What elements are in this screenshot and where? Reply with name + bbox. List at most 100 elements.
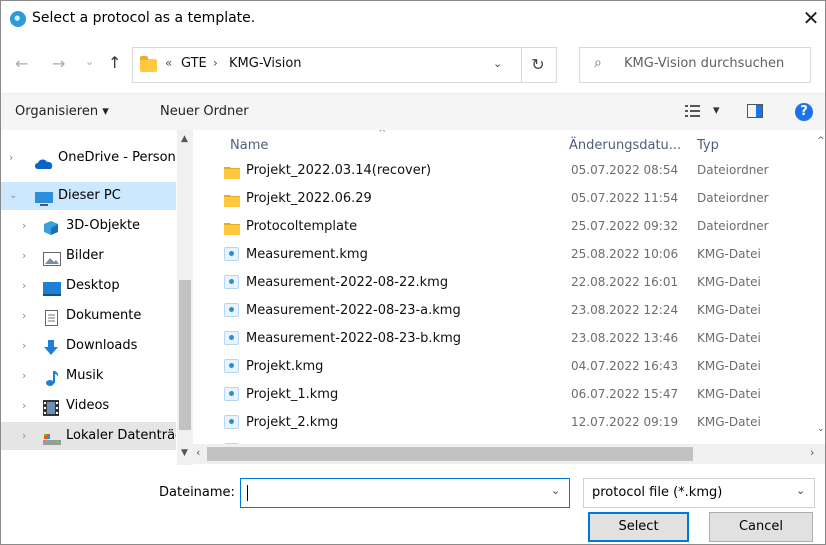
- nav-item-desktop[interactable]: › Desktop: [1, 272, 176, 300]
- chevron-right-icon[interactable]: ›: [22, 422, 26, 450]
- chevron-right-icon[interactable]: ›: [22, 212, 26, 240]
- folder-icon: [140, 56, 157, 72]
- column-header-name[interactable]: Name: [230, 138, 268, 153]
- nav-scroll-thumb[interactable]: [179, 280, 191, 430]
- filename-dropdown-chevron-icon[interactable]: ⌄: [551, 484, 560, 497]
- file-name: Measurement-2022-08-23-b.kmg: [246, 331, 462, 346]
- view-menu-chevron-icon[interactable]: ▾: [713, 103, 720, 118]
- nav-item-music[interactable]: › Musik: [1, 362, 176, 390]
- list-item[interactable]: Projekt_2.kmg 12.07.2022 09:19 KMG-Datei: [193, 410, 803, 435]
- list-item[interactable]: Projekt_2022.03.14(recover) 05.07.2022 08…: [193, 158, 803, 183]
- cancel-button[interactable]: Cancel: [709, 512, 813, 542]
- breadcrumb-gte[interactable]: GTE: [181, 56, 207, 71]
- chevron-right-icon[interactable]: ›: [22, 332, 26, 360]
- chevron-right-icon[interactable]: ›: [22, 272, 26, 300]
- folder-icon: [224, 163, 240, 179]
- file-type: KMG-Datei: [697, 303, 761, 317]
- organize-menu-button[interactable]: Organisieren ▾: [15, 104, 109, 119]
- recent-locations-chevron-icon[interactable]: ⌄: [85, 55, 94, 68]
- file-list-scrollbar[interactable]: ^ ⌄: [817, 130, 825, 444]
- preview-pane-icon[interactable]: [747, 104, 763, 118]
- list-item[interactable]: Projekt.kmg 04.07.2022 16:43 KMG-Datei: [193, 354, 803, 379]
- column-header-type[interactable]: Typ: [697, 138, 719, 153]
- chevron-right-icon[interactable]: ›: [22, 242, 26, 270]
- list-item[interactable]: Measurement.kmg 25.08.2022 10:06 KMG-Datei: [193, 242, 803, 267]
- search-box[interactable]: ⌕ KMG-Vision durchsuchen: [579, 47, 811, 83]
- chevron-right-icon[interactable]: ›: [22, 302, 26, 330]
- kmg-file-icon: [224, 331, 239, 345]
- pictures-icon: [43, 249, 61, 266]
- back-arrow-icon[interactable]: ←: [15, 54, 28, 73]
- file-type: KMG-Datei: [697, 359, 761, 373]
- nav-item-3d-objects[interactable]: › 3D-Objekte: [1, 212, 176, 240]
- horizontal-scroll-thumb[interactable]: [207, 447, 693, 461]
- scroll-down-arrow-icon[interactable]: ⌄: [817, 424, 825, 434]
- search-icon: ⌕: [594, 55, 602, 71]
- chevron-right-icon[interactable]: ›: [9, 144, 13, 172]
- navigation-pane: › OneDrive - Person ⌄ Dieser PC › 3D-Obj…: [1, 130, 193, 465]
- list-item[interactable]: Measurement-2022-08-23-a.kmg 23.08.2022 1…: [193, 298, 803, 323]
- music-note-icon: [45, 369, 61, 386]
- file-date: 25.07.2022 09:32: [571, 219, 679, 233]
- filename-input[interactable]: ⌄: [240, 478, 570, 508]
- kmg-file-icon: [224, 387, 239, 401]
- address-dropdown-chevron-icon[interactable]: ⌄: [493, 57, 502, 70]
- list-item[interactable]: Measurement-2022-08-22.kmg 22.08.2022 16:…: [193, 270, 803, 295]
- select-button[interactable]: Select: [588, 512, 689, 542]
- nav-item-onedrive[interactable]: › OneDrive - Person: [1, 144, 176, 172]
- nav-item-this-pc[interactable]: ⌄ Dieser PC: [1, 182, 176, 210]
- refresh-icon[interactable]: ↻: [520, 47, 557, 83]
- nav-item-videos[interactable]: › Videos: [1, 392, 176, 420]
- nav-item-label: Dokumente: [66, 308, 142, 323]
- chevron-right-icon[interactable]: ›: [22, 392, 26, 420]
- nav-item-documents[interactable]: › Dokumente: [1, 302, 176, 330]
- horizontal-scrollbar[interactable]: ‹ ›: [193, 444, 825, 464]
- file-date: 05.07.2022 08:54: [571, 163, 679, 177]
- computer-icon: [34, 189, 53, 206]
- list-item[interactable]: Projekt_1.kmg 06.07.2022 15:47 KMG-Datei: [193, 382, 803, 407]
- file-name: Projekt_2022.06.29: [246, 191, 372, 206]
- nav-item-downloads[interactable]: › Downloads: [1, 332, 176, 360]
- nav-item-local-disk[interactable]: › Lokaler Datenträg: [1, 422, 176, 450]
- forward-arrow-icon[interactable]: →: [52, 54, 65, 73]
- title-bar: Select a protocol as a template. ✕: [1, 1, 825, 39]
- file-type: KMG-Datei: [697, 247, 761, 261]
- desktop-icon: [43, 279, 61, 296]
- chevron-right-icon[interactable]: ›: [22, 362, 26, 390]
- file-name: Measurement-2022-08-23-a.kmg: [246, 303, 461, 318]
- view-options-icon[interactable]: [685, 104, 701, 118]
- scroll-down-arrow-icon[interactable]: ▼: [181, 448, 188, 458]
- search-input[interactable]: KMG-Vision durchsuchen: [624, 56, 784, 71]
- close-icon[interactable]: ✕: [798, 5, 824, 31]
- kmg-file-icon: [224, 415, 239, 429]
- breadcrumb-overflow[interactable]: «: [165, 56, 172, 70]
- list-item[interactable]: Measurement-2022-08-23-b.kmg 23.08.2022 1…: [193, 326, 803, 351]
- file-type-filter-select[interactable]: protocol file (*.kmg) ⌄: [583, 478, 815, 508]
- nav-item-label: OneDrive - Person: [58, 150, 176, 165]
- nav-item-label: Musik: [66, 368, 104, 383]
- scroll-left-arrow-icon[interactable]: ‹: [196, 446, 200, 459]
- scroll-up-arrow-icon[interactable]: ▲: [181, 134, 188, 144]
- file-date: 06.07.2022 15:47: [571, 387, 679, 401]
- cloud-icon: [34, 153, 53, 169]
- file-name: Protocoltemplate: [246, 219, 358, 234]
- file-date: 04.07.2022 16:43: [571, 359, 679, 373]
- file-date: 05.07.2022 11:54: [571, 191, 679, 205]
- file-type: Dateiordner: [697, 163, 769, 177]
- chevron-down-icon[interactable]: ⌄: [796, 484, 805, 497]
- chevron-down-icon[interactable]: ⌄: [9, 182, 17, 210]
- scroll-up-arrow-icon[interactable]: ^: [817, 136, 825, 146]
- nav-pane-scrollbar[interactable]: ▲ ▼: [177, 130, 193, 465]
- column-header-date[interactable]: Änderungsdatu...: [569, 138, 681, 153]
- nav-item-label: Bilder: [66, 248, 104, 263]
- address-bar[interactable]: « GTE › KMG-Vision ⌄: [132, 47, 522, 83]
- list-item[interactable]: Projekt_2022.06.29 05.07.2022 11:54 Dateio…: [193, 186, 803, 211]
- nav-item-label: Desktop: [66, 278, 120, 293]
- help-icon[interactable]: ?: [795, 103, 813, 121]
- scroll-right-arrow-icon[interactable]: ›: [810, 446, 814, 459]
- up-arrow-icon[interactable]: ↑: [108, 53, 121, 72]
- breadcrumb-kmg-vision[interactable]: KMG-Vision: [229, 56, 302, 71]
- new-folder-button[interactable]: Neuer Ordner: [160, 104, 249, 119]
- list-item[interactable]: Protocoltemplate 25.07.2022 09:32 Dateiord…: [193, 214, 803, 239]
- nav-item-pictures[interactable]: › Bilder: [1, 242, 176, 270]
